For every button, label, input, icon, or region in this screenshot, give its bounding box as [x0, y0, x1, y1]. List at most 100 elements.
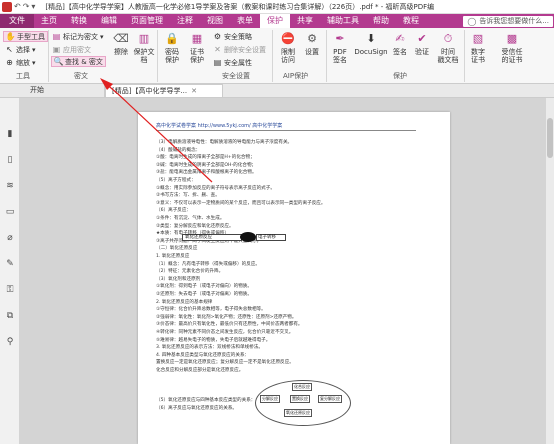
page-text-line: ⑤难易律：越易失电子的物质，失电子后就越难得电子。: [156, 337, 271, 343]
page-text-line: ②碱：电离时生成的阴离子全部是OH-的化合物；: [156, 162, 257, 168]
hand-tool-label: 手型工具: [17, 32, 45, 41]
signature-icon: ✍: [395, 32, 405, 45]
search-and-redact-button[interactable]: 🔍 查找 & 密文: [51, 56, 106, 67]
pages-icon[interactable]: ▯: [4, 154, 16, 166]
comments-icon[interactable]: ▭: [4, 206, 16, 218]
properties-icon: ▤: [213, 58, 222, 67]
sign-button[interactable]: ✍ 签名: [389, 32, 411, 56]
group-divider: [272, 30, 273, 82]
aip-settings-button[interactable]: ⚙ 设置: [301, 32, 323, 56]
bookmark-icon[interactable]: ▮: [4, 128, 16, 140]
callout-electron-transfer: 电子转移: [256, 234, 286, 241]
layers-icon[interactable]: ≋: [4, 180, 16, 192]
restrict-icon: ⛔: [281, 32, 295, 45]
tab-form[interactable]: 表单: [230, 14, 260, 28]
redacted-blob: [240, 232, 256, 242]
page-text-line: （5）离子方程式：: [156, 178, 196, 183]
page-text-line: 3. 氧化还原反应的表示方法：双线桥法和单线桥法。: [156, 345, 263, 351]
pdf-sign-button[interactable]: ✒ PDF 签名: [329, 32, 351, 64]
mark-for-redaction-label: 标记为密文: [63, 32, 98, 41]
page-text-line: ②类型：复分解反应和氧化还原反应。: [156, 223, 234, 229]
page-header: 高中化学试卷学案 http://www.5ykj.com/ 高中化学学案: [156, 123, 283, 129]
protect-document-button[interactable]: ▥ 保护文档: [133, 32, 155, 64]
certificate-protect-button[interactable]: ▦ 证书 保护: [186, 32, 208, 64]
app-window: ↶ ↷ ▾ [精品]【高中化学导学案】人教版高一化学必修1导学案及答案（教案和课…: [0, 0, 554, 444]
tab-accessibility[interactable]: 辅助工具: [320, 14, 366, 28]
group-divider: [326, 30, 327, 82]
eraser-icon: ⌫: [113, 32, 129, 45]
tab-current-document[interactable]: [精品]【高中化学导学... ✕: [105, 84, 223, 97]
vertical-scrollbar[interactable]: [546, 98, 554, 444]
diagram-node-combination: 化合反应: [292, 383, 312, 391]
page-text-line: （二）氧化还原反应: [156, 246, 198, 252]
hand-tool-button[interactable]: ✋ 手型工具: [3, 31, 48, 42]
security-policy-button[interactable]: ⚙ 安全策略: [213, 31, 252, 42]
document-shield-icon: ▥: [138, 32, 150, 45]
page-text-line: （6）离子反应与氧化还原反应的关系。: [156, 406, 238, 411]
apply-redaction-button[interactable]: ▣ 应用密文: [52, 44, 91, 55]
tab-edit[interactable]: 编辑: [94, 14, 124, 28]
tab-convert[interactable]: 转换: [64, 14, 94, 28]
quick-access-dropdown-icon[interactable]: ▾: [31, 2, 35, 11]
protect-document-label: 保护文档: [133, 48, 155, 64]
erase-button[interactable]: ⌫ 擦除: [110, 32, 132, 56]
attachments-icon[interactable]: ⌀: [4, 232, 16, 244]
digital-id-button[interactable]: ▧ 数字 证书: [466, 32, 490, 64]
page-text-line: ①条件：有沉淀、气体、水生成。: [156, 216, 225, 221]
mark-for-redaction-button[interactable]: ▤ 标记为密文 ▾: [52, 31, 104, 42]
page-text-line: ①守恒律：化合价升降总数相等，电子得失总数相等。: [156, 307, 266, 313]
select-tool-button[interactable]: ↖ 选择 ▾: [5, 44, 35, 55]
document-canvas[interactable]: 高中化学试卷学案 http://www.5ykj.com/ 高中化学学案 （3）…: [20, 98, 554, 444]
password-protect-button[interactable]: 🔒 密码 保护: [161, 32, 183, 64]
tab-help[interactable]: 帮助: [366, 14, 396, 28]
redo-icon[interactable]: ↷: [23, 2, 30, 11]
tab-tutorial[interactable]: 教程: [396, 14, 426, 28]
zoom-icon: ⊕: [6, 58, 13, 67]
tab-view[interactable]: 视图: [200, 14, 230, 28]
digital-id-label: 数字 证书: [471, 48, 485, 64]
close-icon[interactable]: ✕: [191, 87, 197, 95]
tags-icon[interactable]: ⧉: [4, 310, 16, 322]
zoom-tool-button[interactable]: ⊕ 缩放 ▾: [5, 57, 35, 68]
password-protect-label: 密码 保护: [165, 48, 179, 64]
diagram-node-displacement: 置换反应: [290, 395, 310, 403]
aip-settings-label: 设置: [305, 48, 319, 56]
group-label-aip: AIP保护: [283, 72, 309, 80]
menu-bar: 文件 主页 转换 编辑 页面管理 注释 视图 表单 保护 共享 辅助工具 帮助 …: [0, 14, 554, 28]
remove-security-button[interactable]: ✕ 删除安全设置: [213, 44, 266, 55]
validate-button[interactable]: ✔ 验证: [411, 32, 433, 56]
search-icon[interactable]: ⚲: [4, 336, 16, 348]
callout-redox: 氧化还原反应: [182, 234, 242, 241]
tab-home[interactable]: 主页: [34, 14, 64, 28]
restrict-access-button[interactable]: ⛔ 限制 访问: [276, 32, 300, 64]
apply-redaction-icon: ▣: [52, 45, 61, 54]
security-icon[interactable]: ⚿: [4, 284, 16, 296]
page-text-line: 4. 四种基本反应类型与氧化还原反应的关系：: [156, 352, 250, 358]
signatures-icon[interactable]: ✎: [4, 258, 16, 270]
zoom-tool-label: 缩放: [16, 58, 30, 67]
trusted-certificates-button[interactable]: ▩ 受信任 的证书: [494, 32, 530, 64]
scrollbar-thumb[interactable]: [547, 118, 553, 158]
page-text-line: （6）离子反应：: [156, 208, 192, 214]
tell-me-search[interactable]: ◯ 告诉我您想要做什么...: [463, 15, 553, 27]
pdf-page: 高中化学试卷学案 http://www.5ykj.com/ 高中化学学案 （3）…: [138, 112, 450, 444]
tab-protect[interactable]: 保护: [260, 14, 290, 28]
tab-comment[interactable]: 注释: [170, 14, 200, 28]
tab-start[interactable]: 开始: [0, 84, 105, 97]
security-properties-label: 安全属性: [224, 58, 252, 67]
page-text-line: 2. 氧化还原反应的基本规律: [156, 299, 213, 305]
docusign-button[interactable]: ⬇ DocuSign: [353, 32, 389, 56]
timestamp-button[interactable]: ⏱ 时间 戳文档: [433, 32, 463, 64]
search-redact-icon: 🔍: [53, 57, 64, 66]
group-label-redact: 密文: [74, 72, 88, 80]
diagram-node-decomposition: 分解反应: [260, 395, 280, 403]
id-card-icon: ▧: [472, 32, 484, 45]
tab-file[interactable]: 文件: [0, 14, 34, 28]
validate-label: 验证: [415, 48, 429, 56]
trusted-cert-icon: ▩: [506, 32, 518, 45]
undo-icon[interactable]: ↶: [14, 2, 21, 11]
page-text-line: ③盐：能电离出金属阳离子和酸根离子的化合物。: [156, 170, 257, 176]
tab-share[interactable]: 共享: [290, 14, 320, 28]
tab-page-management[interactable]: 页面管理: [124, 14, 170, 28]
security-properties-button[interactable]: ▤ 安全属性: [213, 57, 252, 68]
